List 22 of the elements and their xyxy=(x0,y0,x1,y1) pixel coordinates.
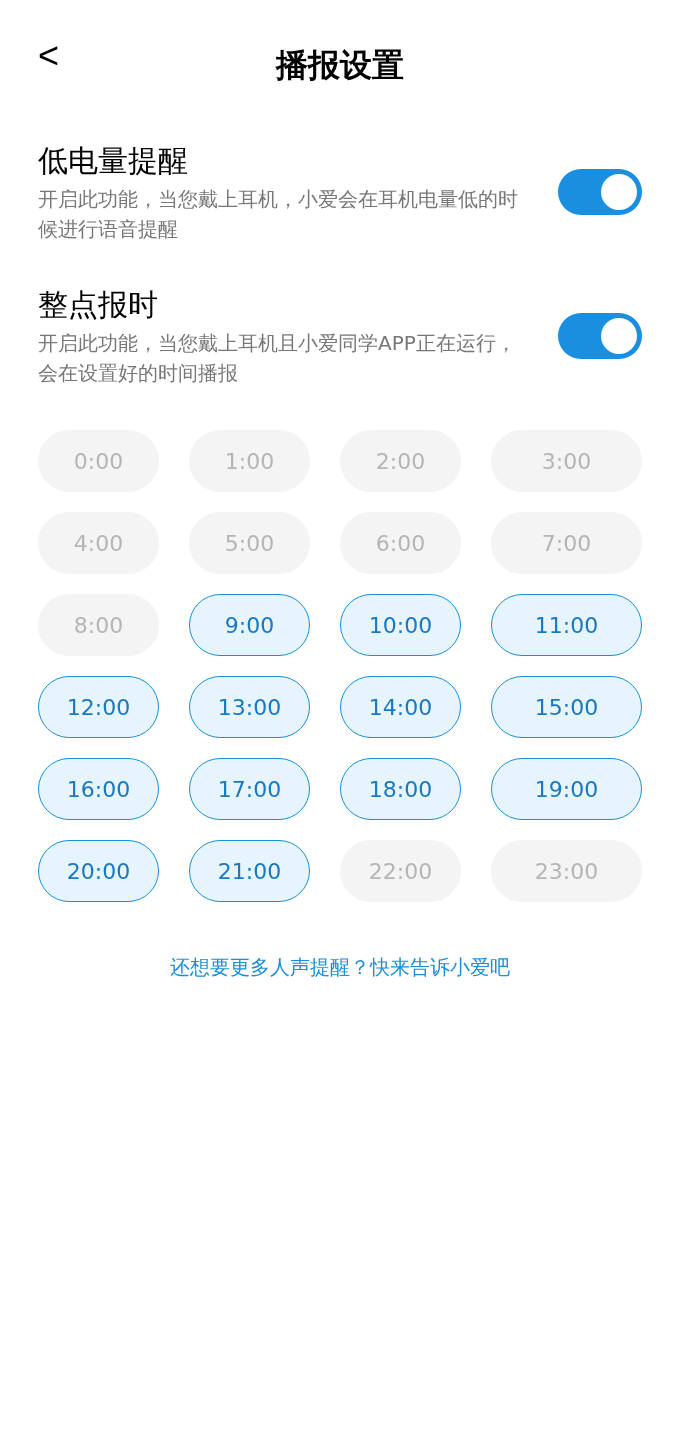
hour-chip[interactable]: 18:00 xyxy=(340,758,461,820)
setting-title: 整点报时 xyxy=(38,286,159,324)
hour-chip[interactable]: 9:00 xyxy=(189,594,310,656)
hour-chip[interactable]: 11:00 xyxy=(491,594,642,656)
hour-chip[interactable]: 14:00 xyxy=(340,676,461,738)
hour-chip[interactable]: 20:00 xyxy=(38,840,159,902)
hour-chip[interactable]: 12:00 xyxy=(38,676,159,738)
hour-chip[interactable]: 15:00 xyxy=(491,676,642,738)
toggle-switch[interactable] xyxy=(558,313,642,359)
hour-chip[interactable]: 17:00 xyxy=(189,758,310,820)
hour-chip[interactable]: 19:00 xyxy=(491,758,642,820)
page-title: 播报设置 xyxy=(276,45,404,86)
back-button[interactable]: < xyxy=(38,38,60,74)
feedback-link[interactable]: 还想要更多人声提醒？快来告诉小爱吧 xyxy=(170,952,510,982)
setting-description: 开启此功能，当您戴上耳机，小爱会在耳机电量低的时候进行语音提醒 xyxy=(38,186,519,243)
setting-title: 低电量提醒 xyxy=(38,142,189,180)
hour-chip[interactable]: 13:00 xyxy=(189,676,310,738)
hour-chip[interactable]: 10:00 xyxy=(340,594,461,656)
hour-chip[interactable]: 16:00 xyxy=(38,758,159,820)
setting-description: 开启此功能，当您戴上耳机且小爱同学APP正在运行，会在设置好的时间播报 xyxy=(38,330,517,387)
toggle-switch[interactable] xyxy=(558,169,642,215)
hour-chip[interactable]: 21:00 xyxy=(189,840,310,902)
